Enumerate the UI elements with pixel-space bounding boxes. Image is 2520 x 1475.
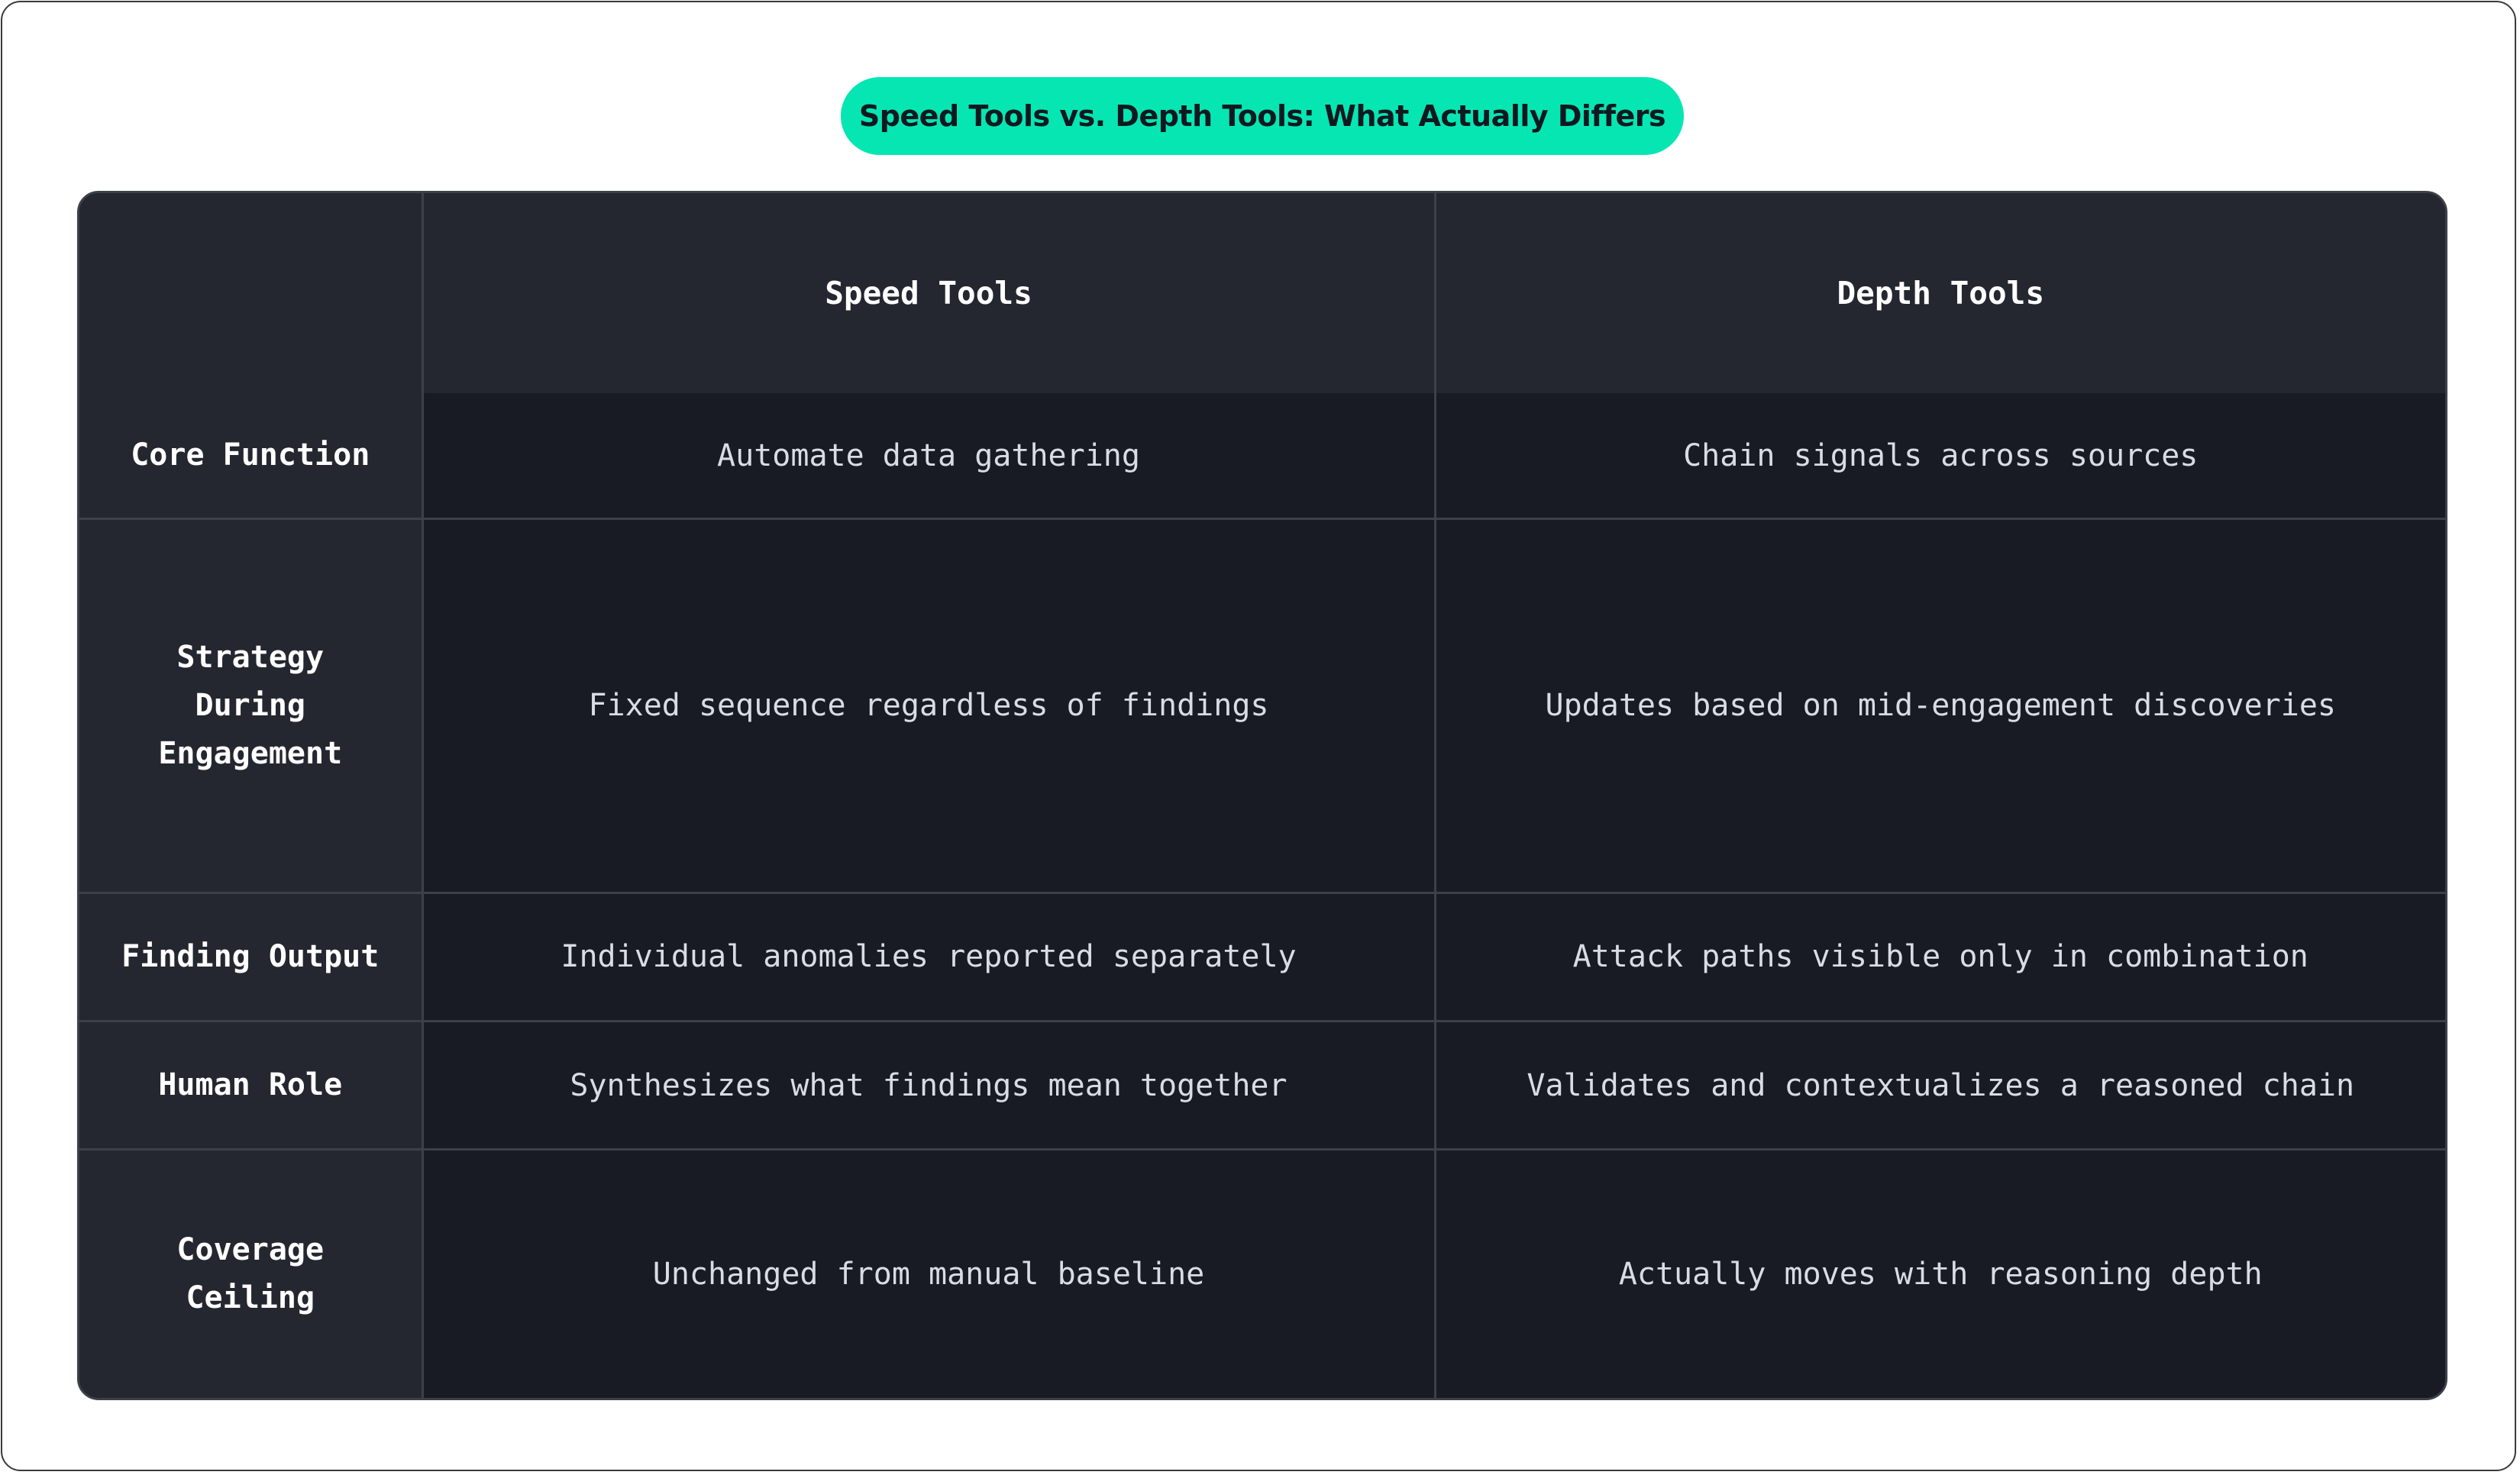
depth-tools-cell: Validates and contextualizes a reasoned …: [1435, 1021, 2445, 1151]
table-row: Human Role Synthesizes what findings mea…: [79, 1021, 2445, 1151]
speed-tools-cell: Fixed sequence regardless of findings: [422, 518, 1436, 894]
table-row: Strategy During Engagement Fixed sequenc…: [79, 518, 2445, 894]
column-header-speed-tools: Speed Tools: [422, 193, 1436, 393]
table-row: Finding Output Individual anomalies repo…: [79, 892, 2445, 1022]
row-label-text: Strategy During Engagement: [158, 639, 343, 771]
depth-tools-cell: Chain signals across sources: [1435, 393, 2445, 520]
row-label: Core Function: [79, 393, 424, 520]
speed-tools-cell: Unchanged from manual baseline: [422, 1149, 1436, 1398]
row-label: Coverage Ceiling: [79, 1149, 424, 1398]
table-header-row: Speed Tools Depth Tools: [79, 193, 2445, 393]
corner-header-cell: [79, 193, 424, 393]
depth-tools-cell: Attack paths visible only in combination: [1435, 892, 2445, 1022]
page-frame: Speed Tools vs. Depth Tools: What Actual…: [1, 1, 2516, 1471]
column-header-depth-tools: Depth Tools: [1435, 193, 2445, 393]
speed-tools-cell: Synthesizes what findings mean together: [422, 1021, 1436, 1151]
row-label-text: Coverage Ceiling: [176, 1232, 325, 1316]
page-title: Speed Tools vs. Depth Tools: What Actual…: [841, 77, 1684, 155]
depth-tools-cell: Updates based on mid-engagement discover…: [1435, 518, 2445, 894]
table-row: Core Function Automate data gathering Ch…: [79, 393, 2445, 520]
speed-tools-cell: Individual anomalies reported separately: [422, 892, 1436, 1022]
row-label: Human Role: [79, 1021, 424, 1151]
table-row: Coverage Ceiling Unchanged from manual b…: [79, 1149, 2445, 1398]
row-label: Finding Output: [79, 892, 424, 1022]
comparison-table: Speed Tools Depth Tools Core Function Au…: [77, 191, 2447, 1400]
speed-tools-cell: Automate data gathering: [422, 393, 1436, 520]
depth-tools-cell: Actually moves with reasoning depth: [1435, 1149, 2445, 1398]
row-label: Strategy During Engagement: [79, 518, 424, 894]
